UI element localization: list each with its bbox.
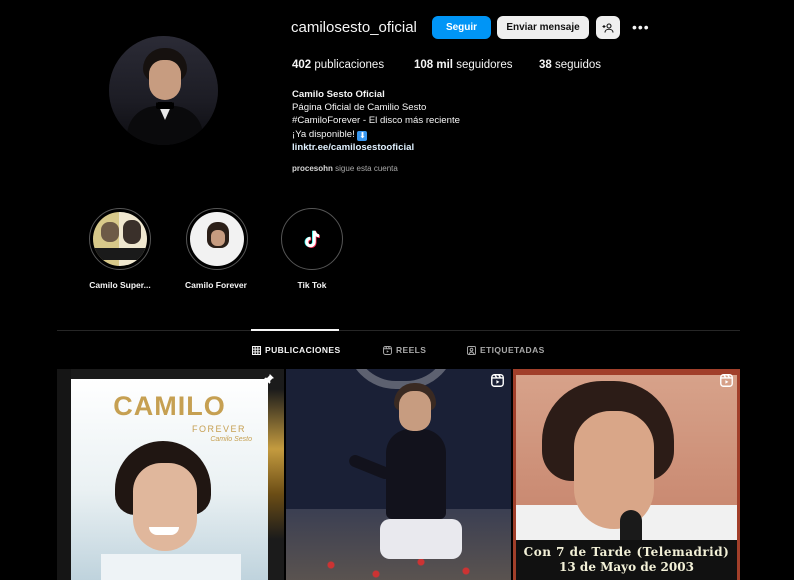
bio-line-1: Página Oficial de Camilio Sesto: [292, 102, 427, 114]
post-stage-performance[interactable]: [286, 369, 511, 580]
tiktok-icon: [304, 230, 320, 248]
grid-icon: [252, 345, 261, 355]
followed-by[interactable]: procesohn sigue esta cuenta: [292, 164, 398, 173]
highlight-label: Camilo Forever: [185, 280, 247, 290]
highlight-label: Tik Tok: [297, 280, 327, 290]
tab-posts[interactable]: PUBLICACIONES: [252, 345, 341, 355]
video-caption: Con 7 de Tarde (Telemadrid) 13 de Mayo d…: [516, 540, 737, 580]
username: camilosesto_oficial: [291, 19, 417, 36]
follow-button[interactable]: Seguir: [432, 16, 491, 39]
highlight-tiktok[interactable]: [281, 208, 343, 270]
profile-avatar[interactable]: [109, 36, 218, 145]
tabs-divider: [57, 330, 740, 331]
bio-line-3: ¡Ya disponible! ⬇: [292, 128, 368, 141]
album-signature: Camilo Sesto: [210, 436, 252, 443]
post-telemadrid-interview[interactable]: Con 7 de Tarde (Telemadrid) 13 de Mayo d…: [513, 369, 740, 580]
tab-tagged[interactable]: ETIQUETADAS: [467, 345, 545, 355]
reel-badge-icon: [720, 374, 733, 387]
bio-line-2: #CamiloForever - El disco más reciente: [292, 115, 460, 127]
highlight-camilo-forever[interactable]: [186, 208, 248, 270]
album-cover: CAMILO FOREVER Camilo Sesto: [71, 379, 268, 580]
stat-following[interactable]: 38 seguidos: [539, 59, 601, 71]
bio-link[interactable]: linktr.ee/camilosestooficial: [292, 141, 460, 154]
highlight-camilo-super[interactable]: [89, 208, 151, 270]
tab-reels[interactable]: REELS: [383, 345, 426, 355]
bio-name: Camilo Sesto Oficial: [292, 89, 385, 100]
post-camilo-forever[interactable]: CAMILO FOREVER Camilo Sesto: [57, 369, 284, 580]
reels-icon: [383, 345, 392, 355]
pin-icon: [264, 374, 274, 384]
active-tab-indicator: [251, 329, 339, 331]
tagged-icon: [467, 345, 476, 355]
down-arrow-emoji: ⬇: [357, 130, 368, 141]
more-options-icon[interactable]: •••: [632, 20, 650, 34]
reel-badge-icon: [491, 374, 504, 387]
highlight-label: Camilo Super...: [89, 280, 151, 290]
profile-bio: Camilo Sesto Oficial Página Oficial de C…: [292, 88, 460, 154]
stat-followers[interactable]: 108 mil seguidores: [414, 59, 512, 71]
add-person-icon: [602, 22, 614, 33]
suggested-accounts-button[interactable]: [596, 16, 620, 39]
album-subtitle: FOREVER: [191, 424, 246, 434]
stat-posts: 402 publicaciones: [292, 59, 385, 71]
album-title: CAMILO: [113, 391, 226, 421]
send-message-button[interactable]: Enviar mensaje: [497, 16, 589, 39]
